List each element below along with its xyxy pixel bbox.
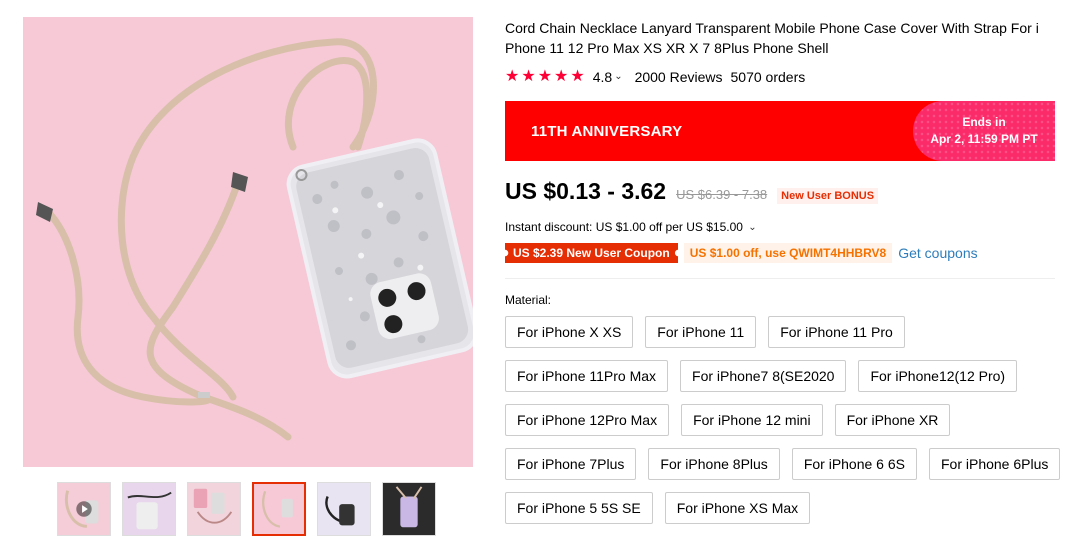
material-option[interactable]: For iPhone 7Plus xyxy=(505,448,637,480)
rating-row: ★ ★ ★ ★ ★ 4.8 ⌄ 2000 Reviews 5070 orders xyxy=(505,67,1055,87)
star-icon: ★ xyxy=(537,68,553,85)
chevron-down-icon[interactable]: ⌄ xyxy=(748,222,756,233)
material-option[interactable]: For iPhone XR xyxy=(834,404,951,436)
new-user-bonus-badge: New User BONUS xyxy=(777,188,879,204)
material-option[interactable]: For iPhone 5 5S SE xyxy=(505,492,653,524)
current-price: US $0.13 - 3.62 xyxy=(505,178,667,204)
product-title: Cord Chain Necklace Lanyard Transparent … xyxy=(505,18,1055,58)
product-info: Cord Chain Necklace Lanyard Transparent … xyxy=(505,18,1061,524)
ends-date: Apr 2, 11:59 PM PT xyxy=(930,132,1038,146)
material-option[interactable]: For iPhone 11 xyxy=(645,316,757,348)
main-product-image[interactable] xyxy=(23,17,473,467)
material-option[interactable]: For iPhone 6Plus xyxy=(928,448,1061,480)
divider xyxy=(505,278,1055,279)
material-option[interactable]: For iPhone7 8(SE2020 xyxy=(680,360,847,392)
material-option[interactable]: For iPhone12(12 Pro) xyxy=(858,360,1018,392)
material-option[interactable]: For iPhone 8Plus xyxy=(648,448,780,480)
get-coupons-link[interactable]: Get coupons xyxy=(898,245,977,261)
material-option[interactable]: For iPhone X XS xyxy=(505,316,634,348)
original-price: US $6.39 - 7.38 xyxy=(676,187,768,202)
reviews-link[interactable]: 2000 Reviews xyxy=(635,69,723,85)
star-rating: ★ ★ ★ ★ ★ xyxy=(505,69,585,85)
product-gallery xyxy=(23,17,473,536)
thumbnail-6[interactable] xyxy=(382,482,436,536)
video-thumbnail-icon xyxy=(58,483,110,535)
thumbnail-5[interactable] xyxy=(317,482,371,536)
countdown-badge: Ends in Apr 2, 11:59 PM PT xyxy=(913,101,1055,161)
material-option[interactable]: For iPhone 6 6S xyxy=(791,448,917,480)
banner-title: 11TH ANNIVERSARY xyxy=(531,122,683,140)
material-option[interactable]: For iPhone XS Max xyxy=(664,492,811,524)
product-title-line-1: Cord Chain Necklace Lanyard Transparent … xyxy=(505,20,1039,36)
star-icon: ★ xyxy=(505,68,520,85)
phone-case-thumbnail-icon xyxy=(254,484,304,534)
phone-case-thumbnail-icon xyxy=(123,483,175,535)
star-icon: ★ xyxy=(554,68,569,85)
rating-value[interactable]: 4.8 xyxy=(593,69,612,85)
thumbnail-2[interactable] xyxy=(122,482,176,536)
coupon-row: US $2.39 New User Coupon US $1.00 off, u… xyxy=(505,243,1055,263)
material-options: For iPhone X XS For iPhone 11 For iPhone… xyxy=(505,316,1065,524)
phone-case-thumbnail-icon xyxy=(188,483,240,535)
thumbnail-4-selected[interactable] xyxy=(252,482,306,536)
material-label: Material: xyxy=(505,293,552,307)
thumbnail-video[interactable] xyxy=(57,482,111,536)
orders-count: 5070 orders xyxy=(730,69,806,85)
material-option[interactable]: For iPhone 12 mini xyxy=(681,404,823,436)
material-option[interactable]: For iPhone 11Pro Max xyxy=(505,360,669,392)
promo-banner: 11TH ANNIVERSARY Ends in Apr 2, 11:59 PM… xyxy=(505,101,1055,161)
product-title-line-2: Phone 11 12 Pro Max XS XR X 7 8Plus Phon… xyxy=(505,40,829,56)
instant-discount[interactable]: Instant discount: US $1.00 off per US $1… xyxy=(505,220,1055,236)
price-row: US $0.13 - 3.62 US $6.39 - 7.38 New User… xyxy=(505,178,1055,208)
star-icon: ★ xyxy=(570,68,585,85)
star-icon: ★ xyxy=(521,68,536,85)
coupon-code[interactable]: US $1.00 off, use QWIMT4HHBRV8 xyxy=(683,243,893,263)
new-user-coupon[interactable]: US $2.39 New User Coupon xyxy=(505,243,678,263)
chevron-down-icon[interactable]: ⌄ xyxy=(614,71,622,82)
ends-in-label: Ends in xyxy=(962,115,1006,129)
phone-case-thumbnail-icon xyxy=(318,483,370,535)
phone-case-thumbnail-icon xyxy=(383,483,435,535)
material-option[interactable]: For iPhone 11 Pro xyxy=(768,316,905,348)
thumbnail-strip xyxy=(57,482,436,536)
phone-case-with-lanyard-image xyxy=(23,17,473,467)
instant-discount-text: Instant discount: US $1.00 off per US $1… xyxy=(505,220,743,234)
thumbnail-3[interactable] xyxy=(187,482,241,536)
material-option[interactable]: For iPhone 12Pro Max xyxy=(505,404,670,436)
